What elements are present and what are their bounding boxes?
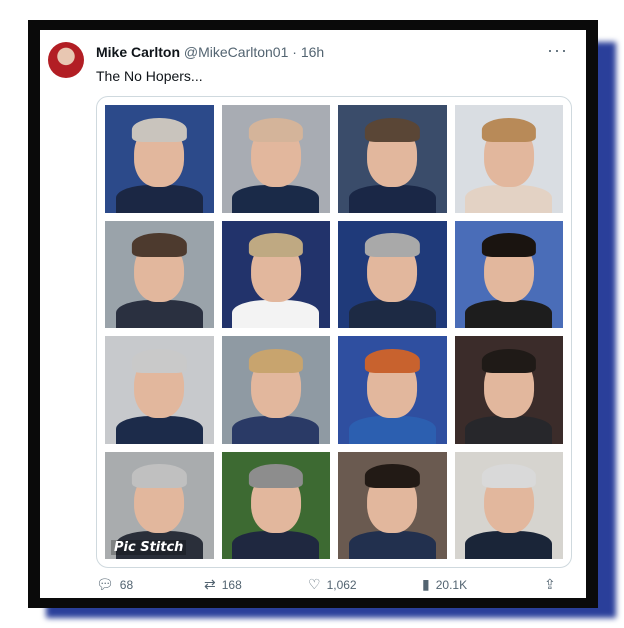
tweet-text: The No Hopers...: [96, 68, 203, 84]
portrait-hair: [132, 464, 187, 489]
author-name[interactable]: Mike Carlton: [96, 44, 180, 60]
reply-button[interactable]: 💬︎ 68: [96, 576, 133, 593]
portrait-hair: [481, 348, 536, 373]
portrait-body: [115, 415, 203, 444]
repost-count: 168: [221, 577, 242, 592]
like-count: 1,062: [326, 577, 357, 592]
tweet-card[interactable]: Mike Carlton @MikeCarlton01 · 16h ··· Th…: [40, 30, 586, 598]
portrait-photo: [221, 105, 330, 213]
action-bar: 💬︎ 68 ⇄ 168 ♡ 1,062 ▮ 20.1K ⇪: [96, 576, 570, 596]
portrait-hair: [132, 348, 187, 373]
portrait-photo: [221, 451, 330, 559]
portrait-hair: [481, 117, 536, 142]
portrait-photo: [338, 220, 447, 328]
portrait-hair: [365, 117, 420, 142]
portrait-body: [232, 300, 320, 328]
portrait-body: [348, 184, 436, 213]
portrait-body: [348, 531, 436, 559]
like-button[interactable]: ♡ 1,062: [308, 576, 357, 593]
views-count: 20.1K: [435, 577, 468, 592]
portrait-body: [465, 415, 553, 444]
portrait-hair: [481, 233, 536, 258]
portrait-hair: [248, 117, 303, 142]
ellipsis-icon[interactable]: ···: [547, 40, 568, 61]
portrait-photo: [338, 451, 447, 559]
portrait-photo: [338, 336, 447, 444]
portrait-photo: [221, 220, 330, 328]
photo-grid: Pic Stitch: [105, 105, 563, 559]
share-button[interactable]: ⇪: [544, 576, 556, 593]
portrait-hair: [248, 464, 303, 489]
portrait-hair: [365, 464, 420, 489]
portrait-body: [232, 531, 320, 559]
portrait-photo: [454, 336, 563, 444]
views-button[interactable]: ▮ 20.1K: [422, 576, 467, 593]
portrait-hair: [248, 348, 303, 373]
avatar[interactable]: [48, 42, 84, 78]
portrait-hair: [248, 233, 303, 258]
portrait-photo: [105, 336, 214, 444]
tweet-header: Mike Carlton @MikeCarlton01 · 16h: [96, 44, 324, 60]
tweet-time[interactable]: 16h: [301, 44, 324, 60]
portrait-body: [232, 415, 320, 444]
reply-count: 68: [119, 577, 134, 592]
repost-button[interactable]: ⇄ 168: [204, 576, 242, 593]
like-icon: ♡: [308, 576, 321, 592]
separator-dot: ·: [292, 44, 297, 60]
portrait-photo: [105, 105, 214, 213]
portrait-body: [465, 531, 553, 559]
portrait-body: [115, 184, 203, 213]
portrait-photo: [454, 105, 563, 213]
reply-icon: 💬︎: [96, 576, 114, 592]
portrait-photo: [338, 105, 447, 213]
portrait-hair: [365, 233, 420, 258]
portrait-body: [115, 300, 203, 328]
portrait-hair: [132, 233, 187, 258]
portrait-photo: [221, 336, 330, 444]
pic-stitch-watermark: Pic Stitch: [111, 540, 187, 555]
portrait-photo: [454, 220, 563, 328]
portrait-photo: [454, 451, 563, 559]
share-icon: ⇪: [544, 576, 556, 592]
portrait-photo: Pic Stitch: [105, 451, 214, 559]
portrait-body: [465, 184, 553, 213]
repost-icon: ⇄: [204, 576, 216, 592]
portrait-hair: [365, 348, 420, 373]
views-icon: ▮: [422, 576, 430, 592]
portrait-hair: [132, 117, 187, 142]
portrait-body: [348, 300, 436, 328]
portrait-hair: [481, 464, 536, 489]
media-image[interactable]: Pic Stitch: [96, 96, 572, 568]
portrait-photo: [105, 220, 214, 328]
portrait-body: [348, 415, 436, 444]
portrait-body: [232, 184, 320, 213]
author-handle[interactable]: @MikeCarlton01: [184, 44, 288, 60]
portrait-body: [465, 300, 553, 328]
